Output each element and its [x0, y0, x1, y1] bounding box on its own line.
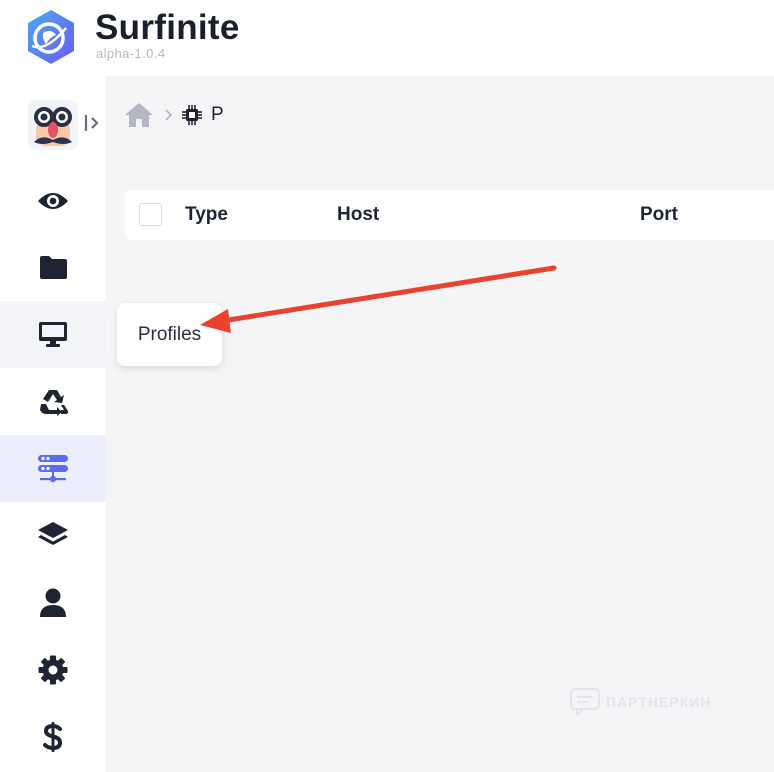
- column-header-type[interactable]: Type: [185, 204, 228, 226]
- sidebar-item-layers[interactable]: [0, 502, 106, 569]
- eye-icon: [38, 192, 68, 209]
- expand-icon: [84, 115, 99, 131]
- layers-icon: [38, 521, 68, 545]
- user-icon: [40, 588, 66, 617]
- monitor-icon: [39, 322, 67, 347]
- gear-icon: [38, 655, 68, 684]
- column-header-host[interactable]: Host: [337, 204, 379, 226]
- watermark-text: ПАРТНЕРКИН: [606, 694, 712, 710]
- top-bar: Surfinite alpha-1.0.4: [0, 0, 774, 76]
- folder-icon: [39, 256, 67, 279]
- column-header-port[interactable]: Port: [640, 204, 678, 226]
- chat-bubble-icon: [570, 688, 600, 716]
- disguise-icon: [34, 107, 72, 146]
- avatar[interactable]: [28, 100, 78, 150]
- recycle-icon: [40, 389, 69, 416]
- breadcrumb: P: [124, 100, 224, 130]
- dollar-icon: [43, 721, 63, 752]
- chevron-right-icon: [165, 109, 173, 121]
- app-version: alpha-1.0.4: [96, 46, 166, 61]
- server-icon: [38, 454, 68, 482]
- sidebar-expand-toggle[interactable]: [83, 112, 103, 134]
- breadcrumb-current: P: [211, 104, 224, 125]
- sidebar-item-view[interactable]: [0, 167, 106, 234]
- sidebar-item-profiles[interactable]: [0, 301, 106, 368]
- sidebar-item-settings[interactable]: [0, 636, 106, 703]
- home-icon[interactable]: [124, 102, 154, 128]
- chip-icon: [182, 105, 202, 125]
- profiles-tooltip: Profiles: [117, 303, 222, 366]
- main-content: P Type Host Port: [106, 76, 774, 772]
- app-logo: [22, 8, 80, 66]
- watermark: ПАРТНЕРКИН: [570, 688, 711, 716]
- app-name: Surfinite: [95, 8, 240, 47]
- sidebar-item-folders[interactable]: [0, 234, 106, 301]
- sidebar-item-account[interactable]: [0, 569, 106, 636]
- table-header: Type Host Port: [125, 190, 774, 240]
- select-all-checkbox[interactable]: [139, 203, 162, 226]
- sidebar: [0, 76, 106, 772]
- sidebar-item-billing[interactable]: [0, 703, 106, 770]
- sidebar-item-proxies[interactable]: [0, 435, 106, 502]
- sidebar-item-recycle[interactable]: [0, 368, 106, 435]
